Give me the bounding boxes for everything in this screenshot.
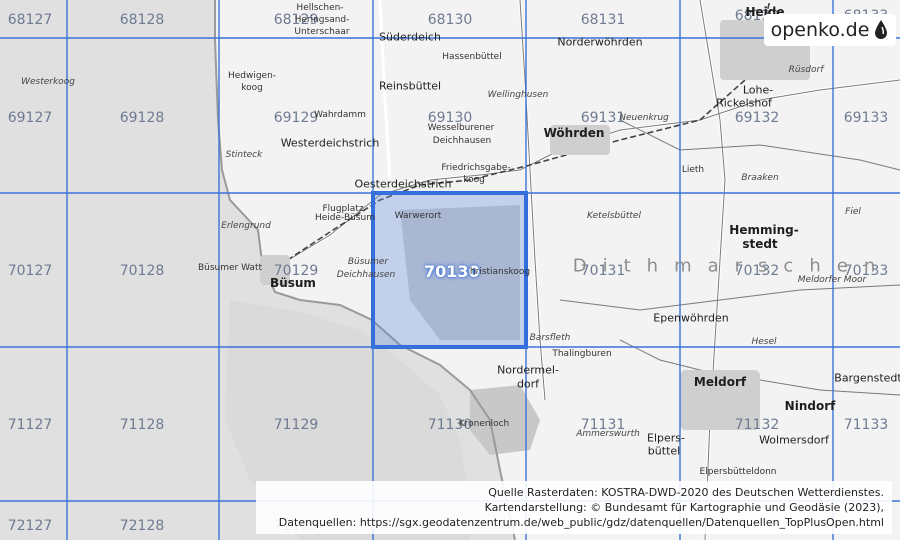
place-label: Friedrichsgabe- bbox=[441, 163, 511, 173]
place-label: Unterschaar bbox=[294, 27, 350, 37]
grid-cell-label: 68131 bbox=[580, 12, 626, 28]
attribution-line: Kartendarstellung: © Bundesamt für Karto… bbox=[484, 501, 884, 514]
place-label: Nordermel- bbox=[497, 363, 559, 377]
place-label: Büsum bbox=[270, 276, 316, 290]
place-label: Epenwöhrden bbox=[653, 311, 729, 325]
place-label: Büsumer bbox=[347, 257, 389, 267]
place-label: Westerdeichstrich bbox=[280, 136, 380, 150]
grid-cell-label: 71129 bbox=[273, 417, 319, 433]
grid-cell-label: 72127 bbox=[7, 518, 53, 534]
place-label: Wolmersdorf bbox=[759, 433, 829, 447]
place-label: Warwerort bbox=[394, 211, 442, 221]
place-label: Deichhausen bbox=[432, 136, 492, 146]
place-label: koog bbox=[241, 83, 263, 93]
place-label: Büsumer Watt bbox=[197, 263, 263, 273]
grid-cell-label: 68127 bbox=[7, 12, 53, 28]
place-label: Lohe- bbox=[742, 83, 774, 97]
grid-cell-label: 70127 bbox=[7, 263, 53, 279]
place-label: Stinteck bbox=[225, 150, 263, 160]
place-label: Nindorf bbox=[784, 399, 836, 413]
place-label: Thalingburen bbox=[552, 349, 612, 359]
place-label: Wellinghusen bbox=[487, 90, 549, 100]
grid-cell-label: 68128 bbox=[119, 12, 165, 28]
place-label: Bargenstedt bbox=[834, 371, 900, 385]
place-label: Barsfleth bbox=[529, 333, 571, 343]
place-label: Elpersbütteldonn bbox=[699, 467, 777, 477]
place-label: büttel bbox=[647, 444, 681, 458]
place-label: Meldorf bbox=[693, 375, 747, 389]
place-label: Heide-Büsum bbox=[314, 213, 376, 223]
place-label: Wöhrden bbox=[543, 126, 605, 140]
raindrop-icon bbox=[875, 20, 888, 39]
place-label: dorf bbox=[516, 377, 540, 391]
place-label: Elpers- bbox=[647, 431, 685, 445]
grid-cell-label: 68130 bbox=[427, 12, 473, 28]
place-label: Ketelsbüttel bbox=[587, 211, 641, 221]
place-label: Deichhausen bbox=[336, 270, 396, 280]
grid-cell-label: 69133 bbox=[843, 110, 889, 126]
openko-logo[interactable]: openko.de bbox=[764, 14, 896, 46]
place-label: Erlengrund bbox=[221, 221, 271, 231]
place-label: Meldorfer Moor bbox=[797, 275, 867, 285]
grid-cell-label: 71128 bbox=[119, 417, 165, 433]
place-label: Kronenloch bbox=[458, 419, 510, 429]
attribution-line: Quelle Rasterdaten: KOSTRA-DWD-2020 des … bbox=[488, 486, 884, 499]
place-label: stedt bbox=[742, 237, 778, 251]
place-label: Braaken bbox=[741, 173, 779, 183]
grid-cell-label: 71132 bbox=[734, 417, 780, 433]
place-label: Neuenkrug bbox=[619, 113, 669, 123]
place-label: Norderwöhrden bbox=[557, 35, 643, 49]
grid-cell-label: 69129 bbox=[273, 110, 319, 126]
place-label: Wahrdamm bbox=[314, 110, 366, 120]
place-label: Fiel bbox=[845, 207, 861, 217]
grid-cell-label: 69127 bbox=[7, 110, 53, 126]
grid-cell-label: 71127 bbox=[7, 417, 53, 433]
place-label: Ammerswurth bbox=[576, 429, 640, 439]
place-label: Reinsbüttel bbox=[378, 79, 442, 93]
place-label: Rüsdorf bbox=[788, 65, 824, 75]
place-label: Hedwigen- bbox=[227, 71, 277, 81]
grid-cell-label: 71133 bbox=[843, 417, 889, 433]
place-label: Oesterdeichstrich bbox=[354, 177, 452, 191]
grid-cell-label: 69132 bbox=[734, 110, 780, 126]
grid-cell-label: 70128 bbox=[119, 263, 165, 279]
place-label: Westerkoog bbox=[21, 77, 75, 87]
place-label: Hassenbüttel bbox=[442, 52, 502, 62]
region-label: Dithmarschen bbox=[572, 255, 892, 277]
logo-text: openko.de bbox=[770, 19, 870, 41]
place-label: Süderdeich bbox=[379, 30, 441, 44]
place-label: Heringsand- bbox=[294, 15, 350, 25]
place-label: Rickelshof bbox=[716, 96, 772, 110]
place-label: hristianskoog bbox=[469, 267, 531, 277]
grid-cell-label: 69128 bbox=[119, 110, 165, 126]
place-label: Lieth bbox=[681, 165, 705, 175]
attribution-box: Quelle Rasterdaten: KOSTRA-DWD-2020 des … bbox=[256, 481, 892, 534]
place-label: Wesselburener bbox=[427, 123, 495, 133]
attribution-line[interactable]: Datenquellen: https://sgx.geodatenzentru… bbox=[264, 515, 884, 530]
place-label: Hemming- bbox=[729, 223, 799, 237]
place-label: Hesel bbox=[751, 337, 777, 347]
place-label: Hellschen- bbox=[296, 3, 344, 13]
place-label: koog bbox=[463, 175, 485, 185]
grid-cell-label: 72128 bbox=[119, 518, 165, 534]
